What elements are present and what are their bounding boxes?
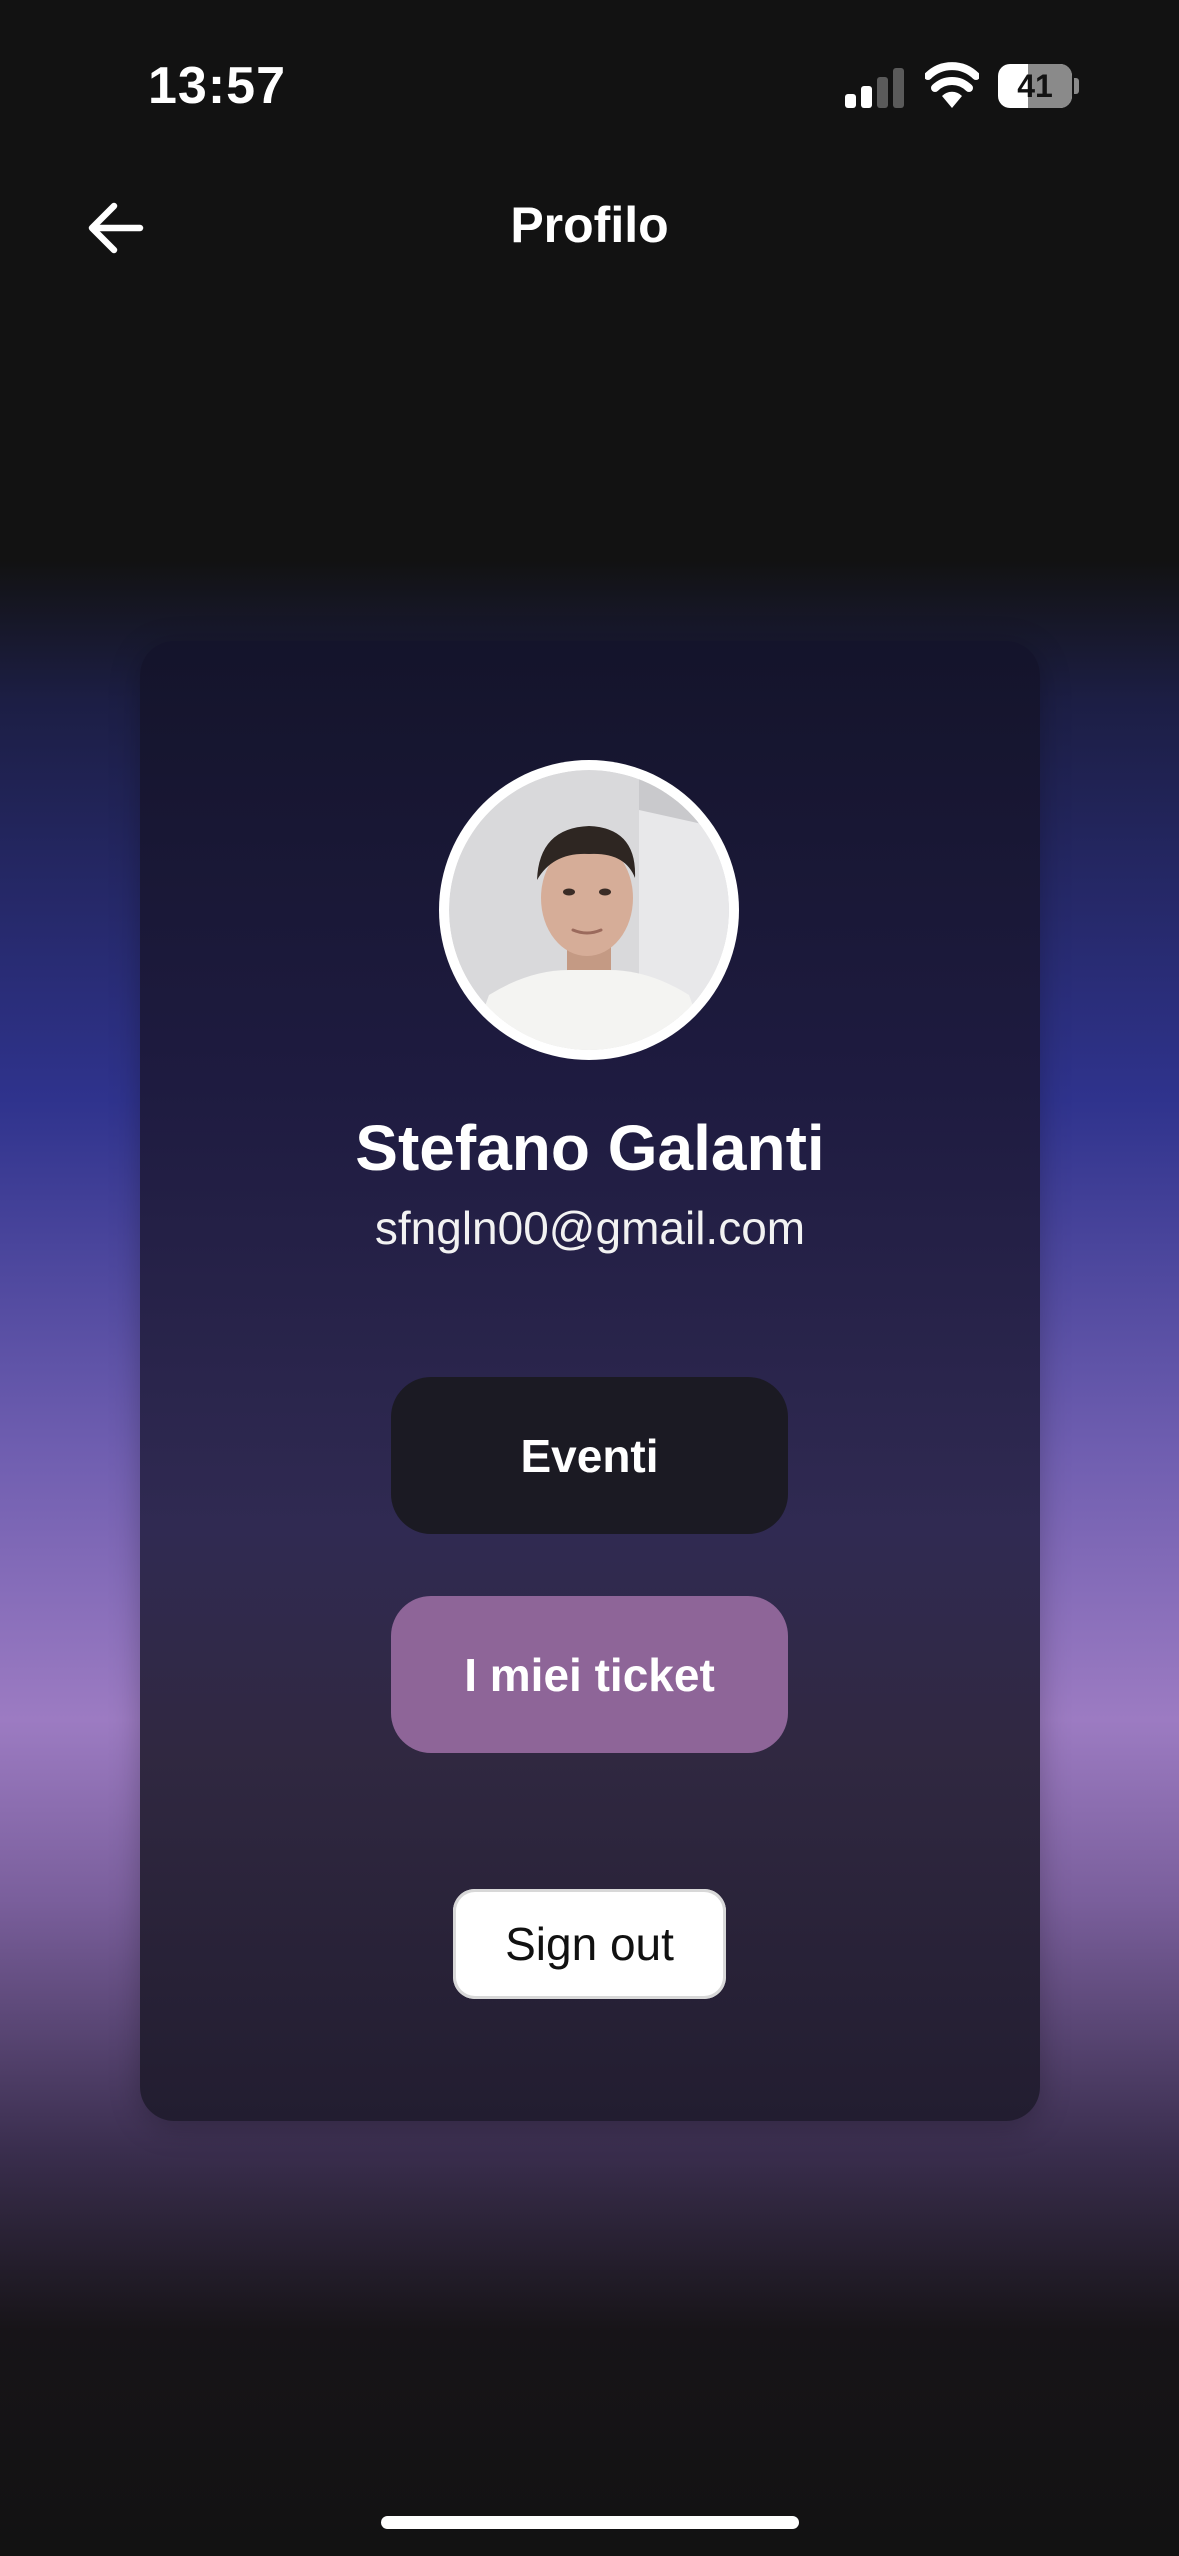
home-indicator[interactable]	[381, 2516, 799, 2529]
sign-out-button[interactable]: Sign out	[453, 1889, 726, 1999]
avatar	[439, 760, 739, 1060]
my-tickets-button[interactable]: I miei ticket	[391, 1596, 788, 1753]
signal-icon	[845, 68, 904, 108]
profile-name: Stefano Galanti	[355, 1112, 825, 1184]
eventi-button[interactable]: Eventi	[391, 1377, 788, 1534]
status-bar: 13:57 41	[0, 0, 1179, 170]
wifi-icon	[925, 62, 979, 108]
avatar-photo	[449, 770, 729, 1050]
battery-tip	[1074, 78, 1079, 94]
battery-level: 41	[1017, 68, 1053, 104]
battery-body: 41	[998, 64, 1072, 108]
profile-card: Stefano Galanti sfngln00@gmail.com Event…	[140, 641, 1040, 2121]
profile-email: sfngln00@gmail.com	[374, 1202, 806, 1254]
battery-icon: 41	[998, 64, 1080, 108]
page-title: Profilo	[510, 197, 669, 253]
status-time: 13:57	[148, 57, 286, 115]
